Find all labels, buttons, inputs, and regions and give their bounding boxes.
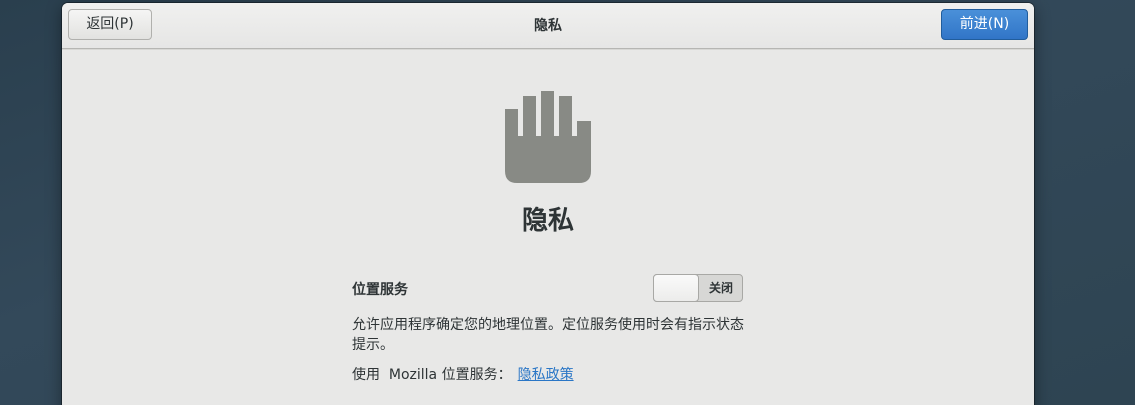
location-services-description: 允许应用程序确定您的地理位置。定位服务使用时会有指示状态提示。 xyxy=(352,317,744,353)
header-title: 隐私 xyxy=(534,18,562,34)
privacy-window: 返回(P) 隐私 前进(N) 隐私 位置服务 关闭 允许应用程序确定您的地理位置… xyxy=(62,3,1034,405)
privacy-policy-link[interactable]: 隐私政策 xyxy=(518,367,574,383)
hand-stop-icon xyxy=(505,91,591,183)
header-bar: 返回(P) 隐私 前进(N) xyxy=(62,3,1034,49)
location-services-switch[interactable]: 关闭 xyxy=(653,274,743,302)
location-services-label: 位置服务 xyxy=(352,282,408,298)
next-button[interactable]: 前进(N) xyxy=(941,9,1028,40)
page-title: 隐私 xyxy=(521,206,574,236)
switch-state-label: 关闭 xyxy=(708,281,733,295)
switch-knob[interactable] xyxy=(653,274,699,302)
location-provider-line: 使用 Mozilla 位置服务： 隐私政策 xyxy=(352,364,574,384)
provider-text: 使用 Mozilla 位置服务： xyxy=(352,367,512,383)
